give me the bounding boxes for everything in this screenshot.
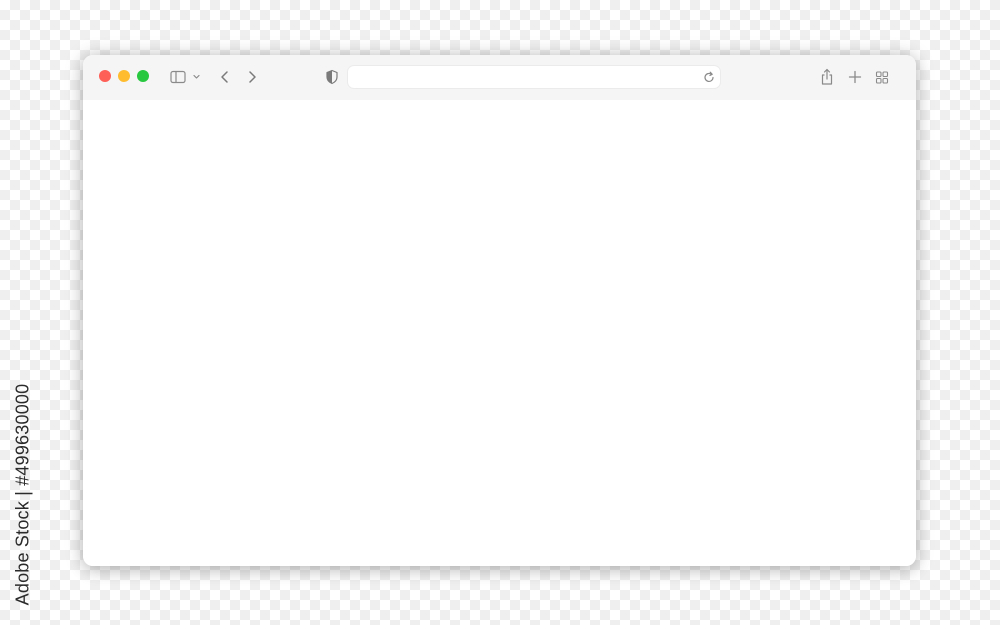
tab-overview-button[interactable]	[874, 68, 890, 86]
browser-window	[83, 55, 916, 566]
grid-icon	[875, 71, 889, 84]
plus-icon	[848, 70, 862, 84]
reload-button[interactable]	[702, 69, 716, 85]
forward-button[interactable]	[244, 68, 260, 86]
url-input[interactable]	[356, 66, 696, 88]
share-icon	[821, 68, 833, 85]
new-tab-button[interactable]	[847, 68, 863, 86]
zoom-window-button[interactable]	[137, 70, 149, 82]
minimize-window-button[interactable]	[118, 70, 130, 82]
chevron-right-icon	[249, 71, 256, 83]
sidebar-icon	[170, 70, 200, 84]
browser-toolbar	[83, 55, 916, 100]
sidebar-toggle-button[interactable]	[169, 68, 203, 86]
share-button[interactable]	[819, 67, 835, 87]
stock-id-text: Adobe Stock | #499630000	[12, 383, 33, 605]
stock-id-label: Adobe Stock | #499630000	[10, 378, 36, 610]
back-button[interactable]	[217, 68, 233, 86]
reload-icon	[704, 71, 714, 83]
address-bar[interactable]	[348, 66, 720, 88]
privacy-report-button[interactable]	[324, 68, 340, 86]
chevron-left-icon	[221, 71, 228, 83]
half-shield-icon	[326, 69, 338, 85]
close-window-button[interactable]	[99, 70, 111, 82]
page-content-area[interactable]	[83, 100, 916, 566]
